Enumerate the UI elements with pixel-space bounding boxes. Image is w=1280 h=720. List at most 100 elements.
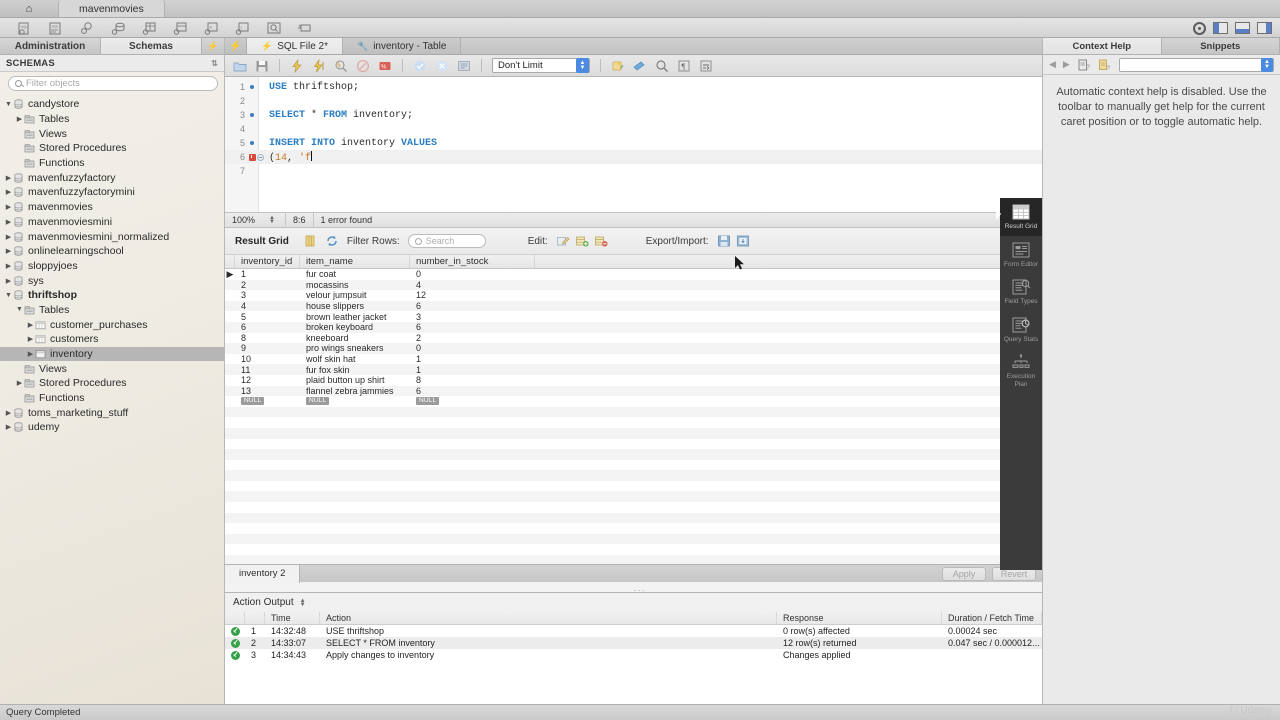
result-grid[interactable]: inventory_id item_name number_in_stock ▶… xyxy=(225,255,1042,564)
home-tab[interactable]: ⌂ xyxy=(0,0,58,17)
table-row[interactable]: 6 broken keyboard 6 xyxy=(225,321,1042,333)
action-output-selector[interactable]: ▲ ▼ xyxy=(300,598,309,608)
execute-statement-icon[interactable] xyxy=(312,58,326,73)
sql-code-editor[interactable]: 1 USE thriftshop; 2 3 SELECT * FROM inventor… xyxy=(225,77,1042,241)
cell-item-name[interactable]: kneeboard xyxy=(300,333,410,343)
chevron-down-icon[interactable]: ▼ xyxy=(4,101,13,108)
action-output-row[interactable]: 3 14:34:43 Apply changes to inventory Chang… xyxy=(225,649,1042,661)
schema-tree-item-customers[interactable]: ▶ customers xyxy=(0,332,224,347)
connection-tab[interactable]: mavenmovies xyxy=(58,0,165,17)
cell-number-in-stock[interactable]: 3 xyxy=(410,312,535,322)
table-row[interactable]: ▶ 1 fur coat 0 xyxy=(225,269,1042,280)
schema-tree-item-onlinelearningschool[interactable]: ▶ onlinelearningschool xyxy=(0,244,224,259)
cell-null-number-in-stock[interactable]: NULL xyxy=(410,397,535,406)
cell-number-in-stock[interactable]: 8 xyxy=(410,375,535,385)
zoom-stepper[interactable]: ▲ ▼ xyxy=(262,212,287,228)
chevron-right-icon[interactable]: ▶ xyxy=(4,262,13,270)
snippet-icon[interactable] xyxy=(611,59,625,73)
cell-inventory-id[interactable]: 6 xyxy=(235,322,300,332)
cell-inventory-id[interactable]: 13 xyxy=(235,386,300,396)
cell-number-in-stock[interactable]: 6 xyxy=(410,322,535,332)
action-output-row[interactable]: 1 14:32:48 USE thriftshop 0 row(s) affected… xyxy=(225,625,1042,637)
schema-tree-item-views[interactable]: Views xyxy=(0,361,224,376)
apply-button[interactable]: Apply xyxy=(942,566,986,581)
cell-item-name[interactable]: house slippers xyxy=(300,301,410,311)
code-line-6[interactable]: 6 (14, 'f xyxy=(225,150,1042,164)
cell-null-item-name[interactable]: NULL xyxy=(300,397,410,406)
zoom-level[interactable]: 100% xyxy=(225,213,262,228)
cell-number-in-stock[interactable]: 6 xyxy=(410,386,535,396)
toggle-right-panel-icon[interactable] xyxy=(1257,22,1272,34)
cell-inventory-id[interactable]: 2 xyxy=(235,280,300,290)
schema-tree-item-tables[interactable]: ▶ Tables xyxy=(0,112,224,127)
commit-icon[interactable] xyxy=(413,59,427,73)
schema-tree-item-toms-marketing-stuff[interactable]: ▶ toms_marketing_stuff xyxy=(0,405,224,420)
cell-inventory-id[interactable]: 12 xyxy=(235,375,300,385)
stop-on-error-icon[interactable]: % xyxy=(378,59,392,73)
reconnect-icon[interactable] xyxy=(297,21,313,35)
tool-result-grid[interactable]: Result Grid xyxy=(1000,198,1042,236)
cell-item-name[interactable]: wolf skin hat xyxy=(300,354,410,364)
cell-number-in-stock[interactable]: 0 xyxy=(410,343,535,353)
insert-row-icon[interactable] xyxy=(575,234,589,248)
cell-inventory-id[interactable]: 5 xyxy=(235,312,300,322)
save-file-icon[interactable] xyxy=(255,59,269,73)
gear-icon[interactable] xyxy=(1193,21,1206,35)
cell-item-name[interactable]: brown leather jacket xyxy=(300,312,410,322)
cell-number-in-stock[interactable]: 4 xyxy=(410,280,535,290)
chevron-right-icon[interactable]: ▶ xyxy=(15,379,24,387)
table-row[interactable]: 13 flannel zebra jammies 6 xyxy=(225,385,1042,397)
tab-administration[interactable]: Administration xyxy=(0,38,101,54)
schema-tree-item-sys[interactable]: ▶ sys xyxy=(0,273,224,288)
manual-help-icon[interactable]: ? xyxy=(1077,58,1091,72)
cell-number-in-stock[interactable]: 1 xyxy=(410,354,535,364)
toggle-left-panel-icon[interactable] xyxy=(1213,22,1228,34)
refresh-icon[interactable] xyxy=(325,234,339,248)
refresh-schemas-icon[interactable]: ⇅ xyxy=(211,59,218,68)
cell-inventory-id[interactable]: 9 xyxy=(235,343,300,353)
schema-tree-item-functions[interactable]: Functions xyxy=(0,156,224,171)
context-help-search-input[interactable]: ▲ ▼ xyxy=(1118,57,1274,72)
chevron-right-icon[interactable]: ▶ xyxy=(4,218,13,226)
schema-tree-item-views[interactable]: Views xyxy=(0,126,224,141)
cell-item-name[interactable]: flannel zebra jammies xyxy=(300,386,410,396)
schema-tree-item-mavenmoviesmini[interactable]: ▶ mavenmoviesmini xyxy=(0,215,224,230)
chevron-right-icon[interactable]: ▶ xyxy=(4,277,13,285)
chevron-right-icon[interactable]: ▶ xyxy=(4,233,13,241)
new-view-icon[interactable] xyxy=(173,21,189,35)
toggle-automatic-help-icon[interactable]: ? xyxy=(1098,58,1112,72)
explain-icon[interactable] xyxy=(334,59,348,73)
chevron-right-icon[interactable]: ▶ xyxy=(4,423,13,431)
table-row[interactable]: 10 wolf skin hat 1 xyxy=(225,354,1042,365)
grid-header-item-name[interactable]: item_name xyxy=(300,255,410,268)
new-connection-icon[interactable] xyxy=(80,21,96,35)
table-row[interactable]: 12 plaid button up shirt 8 xyxy=(225,375,1042,386)
schema-tree-item-tables[interactable]: ▼ Tables xyxy=(0,303,224,318)
schema-tree-item-stored-procedures[interactable]: ▶ Stored Procedures xyxy=(0,376,224,391)
open-file-icon[interactable] xyxy=(233,59,247,73)
code-line-7[interactable]: 7 xyxy=(225,164,1042,178)
cell-inventory-id[interactable]: 4 xyxy=(235,301,300,311)
chevron-right-icon[interactable]: ▶ xyxy=(4,247,13,255)
schema-tree-item-mavenfuzzyfactory[interactable]: ▶ mavenfuzzyfactory xyxy=(0,170,224,185)
sidebar-spark-tab[interactable]: ⚡ xyxy=(202,38,224,54)
tool-query-stats[interactable]: Query Stats xyxy=(1000,311,1042,349)
tool-form-editor[interactable]: Form Editor xyxy=(1000,236,1042,274)
result-tab-inventory-2[interactable]: inventory 2 xyxy=(225,564,301,583)
new-procedure-icon[interactable]: P xyxy=(204,21,220,35)
toggle-bottom-panel-icon[interactable] xyxy=(1235,22,1250,34)
back-arrow-icon[interactable]: ◀ xyxy=(1049,59,1056,70)
schema-tree-item-thriftshop[interactable]: ▼ thriftshop xyxy=(0,288,224,303)
schema-tree-item-udemy[interactable]: ▶ udemy xyxy=(0,420,224,435)
grid-header-inventory-id[interactable]: inventory_id xyxy=(235,255,300,268)
chevron-right-icon[interactable]: ▶ xyxy=(4,409,13,417)
filter-objects-input[interactable]: Filter objects xyxy=(8,76,218,91)
splitter-handle[interactable] xyxy=(634,584,642,588)
row-expand-icon[interactable]: ▶ xyxy=(225,269,235,280)
invisible-chars-icon[interactable]: ¶ xyxy=(677,59,691,73)
new-table-icon[interactable] xyxy=(142,21,158,35)
open-sql-script-icon[interactable]: SQL xyxy=(49,21,65,35)
cell-item-name[interactable]: plaid button up shirt xyxy=(300,375,410,385)
cell-null-inventory-id[interactable]: NULL xyxy=(235,397,300,406)
delete-row-icon[interactable] xyxy=(594,234,608,248)
